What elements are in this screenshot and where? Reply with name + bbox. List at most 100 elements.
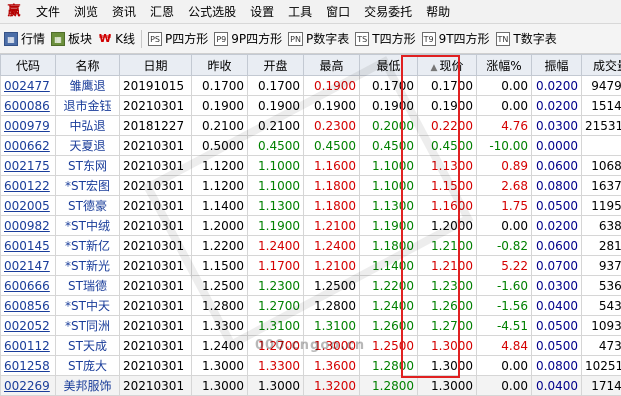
cell-code[interactable]: 600856 (1, 296, 56, 316)
cell-high: 1.2500 (304, 276, 360, 296)
cell-date: 20181227 (120, 116, 192, 136)
table-row[interactable]: 002052*ST同洲202103011.33001.31001.31001.2… (1, 316, 621, 336)
cell-open: 1.2700 (248, 296, 304, 316)
toolbar-button[interactable]: TNT数字表 (496, 30, 557, 47)
cell-code[interactable]: 600666 (1, 276, 56, 296)
menu-item[interactable]: 汇恩 (143, 0, 181, 24)
menu-item[interactable]: 帮助 (419, 0, 457, 24)
menu-item[interactable]: 浏览 (67, 0, 105, 24)
menu-item[interactable]: 文件 (29, 0, 67, 24)
cell-name[interactable]: 天夏退 (56, 136, 120, 156)
column-header[interactable]: ▲现价 (418, 55, 477, 76)
cell-amp: 0.0000 (532, 136, 582, 156)
column-header[interactable]: 代码 (1, 55, 56, 76)
cell-code[interactable]: 000982 (1, 216, 56, 236)
table-row[interactable]: 600122*ST宏图202103011.12001.10001.18001.1… (1, 176, 621, 196)
cell-name[interactable]: 雏鹰退 (56, 76, 120, 96)
cell-code[interactable]: 000662 (1, 136, 56, 156)
cell-name[interactable]: *ST中绒 (56, 216, 120, 236)
table-row[interactable]: 600856*ST中天202103011.28001.27001.28001.2… (1, 296, 621, 316)
column-header[interactable]: 最高 (304, 55, 360, 76)
cell-name[interactable]: *ST新光 (56, 256, 120, 276)
column-header[interactable]: 涨幅% (477, 55, 532, 76)
table-row[interactable]: 600086退市金钰202103010.19000.19000.19000.19… (1, 96, 621, 116)
toolbar-button[interactable]: TST四方形 (355, 30, 415, 47)
table-row[interactable]: 600112ST天成202103011.24001.27001.30001.25… (1, 336, 621, 356)
cell-code[interactable]: 000979 (1, 116, 56, 136)
menu-item[interactable]: 窗口 (319, 0, 357, 24)
cell-code[interactable]: 002052 (1, 316, 56, 336)
cell-chg: -1.56 (477, 296, 532, 316)
cell-date: 20210301 (120, 176, 192, 196)
cell-name[interactable]: ST德豪 (56, 196, 120, 216)
cell-vol: 119596 (582, 196, 621, 216)
menu-item[interactable]: 设置 (243, 0, 281, 24)
cell-name[interactable]: ST瑞德 (56, 276, 120, 296)
table-row[interactable]: 000982*ST中绒202103011.20001.19001.21001.1… (1, 216, 621, 236)
cell-name[interactable]: 美邦服饰 (56, 376, 120, 396)
table-row[interactable]: 601258ST庞大202103011.30001.33001.36001.28… (1, 356, 621, 376)
table-row[interactable]: 002005ST德豪202103011.14001.13001.18001.13… (1, 196, 621, 216)
cell-vol: 93710 (582, 256, 621, 276)
cell-name[interactable]: *ST新亿 (56, 236, 120, 256)
table-row[interactable]: 002269美邦服饰202103011.30001.30001.32001.28… (1, 376, 621, 396)
table-row[interactable]: 600666ST瑞德202103011.25001.23001.25001.22… (1, 276, 621, 296)
cell-code[interactable]: 600086 (1, 96, 56, 116)
cell-open: 1.1300 (248, 196, 304, 216)
app-logo-icon[interactable]: 赢 (5, 4, 23, 20)
cell-name[interactable]: *ST同洲 (56, 316, 120, 336)
table-row[interactable]: 002175ST东网202103011.12001.10001.16001.10… (1, 156, 621, 176)
column-header[interactable]: 最低 (360, 55, 418, 76)
cell-code[interactable]: 002175 (1, 156, 56, 176)
table-row[interactable]: 000979中弘退201812270.21000.21000.23000.200… (1, 116, 621, 136)
menu-item[interactable]: 交易委托 (357, 0, 419, 24)
cell-code[interactable]: 600112 (1, 336, 56, 356)
cell-name[interactable]: ST庞大 (56, 356, 120, 376)
cell-open: 1.1700 (248, 256, 304, 276)
table-row[interactable]: 600145*ST新亿202103011.22001.24001.24001.1… (1, 236, 621, 256)
column-header[interactable]: 开盘 (248, 55, 304, 76)
cell-name[interactable]: 中弘退 (56, 116, 120, 136)
cell-code[interactable]: 002147 (1, 256, 56, 276)
column-header-label: 涨幅% (486, 59, 521, 73)
cell-name[interactable]: *ST中天 (56, 296, 120, 316)
toolbar-button[interactable]: P99P四方形 (214, 30, 282, 47)
column-header[interactable]: 成交量 (582, 55, 621, 76)
cell-price: 1.2700 (418, 316, 477, 336)
toolbar-button[interactable]: PSP四方形 (148, 30, 208, 47)
toolbar-button[interactable]: PNP数字表 (288, 30, 349, 47)
column-header-label: 最低 (376, 59, 400, 73)
cell-name[interactable]: 退市金钰 (56, 96, 120, 116)
menu-item[interactable]: 资讯 (105, 0, 143, 24)
column-header[interactable]: 名称 (56, 55, 120, 76)
cell-name[interactable]: ST天成 (56, 336, 120, 356)
cell-code[interactable]: 600122 (1, 176, 56, 196)
table-row[interactable]: 002477雏鹰退201910150.17000.17000.19000.170… (1, 76, 621, 96)
table-row[interactable]: 000662天夏退202103010.50000.45000.45000.450… (1, 136, 621, 156)
cell-high: 1.2800 (304, 296, 360, 316)
cell-chg: 4.84 (477, 336, 532, 356)
cell-high: 1.3600 (304, 356, 360, 376)
cell-code[interactable]: 600145 (1, 236, 56, 256)
toolbar-button[interactable]: ▦板块 (51, 30, 92, 47)
toolbar-button[interactable]: ₩K线 (98, 30, 135, 47)
cell-name[interactable]: *ST宏图 (56, 176, 120, 196)
cell-code[interactable]: 002477 (1, 76, 56, 96)
cell-code[interactable]: 002269 (1, 376, 56, 396)
toolbar-separator (141, 30, 142, 48)
cell-low: 0.1700 (360, 76, 418, 96)
column-header[interactable]: 日期 (120, 55, 192, 76)
menu-item[interactable]: 工具 (281, 0, 319, 24)
table-row[interactable]: 002147*ST新光202103011.15001.17001.21001.1… (1, 256, 621, 276)
column-header[interactable]: 振幅 (532, 55, 582, 76)
menu-item[interactable]: 公式选股 (181, 0, 243, 24)
column-header[interactable]: 昨收 (192, 55, 248, 76)
cell-code[interactable]: 002005 (1, 196, 56, 216)
cell-prev: 0.1700 (192, 76, 248, 96)
toolbar-button[interactable]: ▦行情 (4, 30, 45, 47)
toolbar-button[interactable]: T99T四方形 (422, 30, 490, 47)
cell-low: 1.1800 (360, 236, 418, 256)
cell-amp: 0.0600 (532, 156, 582, 176)
cell-name[interactable]: ST东网 (56, 156, 120, 176)
cell-code[interactable]: 601258 (1, 356, 56, 376)
